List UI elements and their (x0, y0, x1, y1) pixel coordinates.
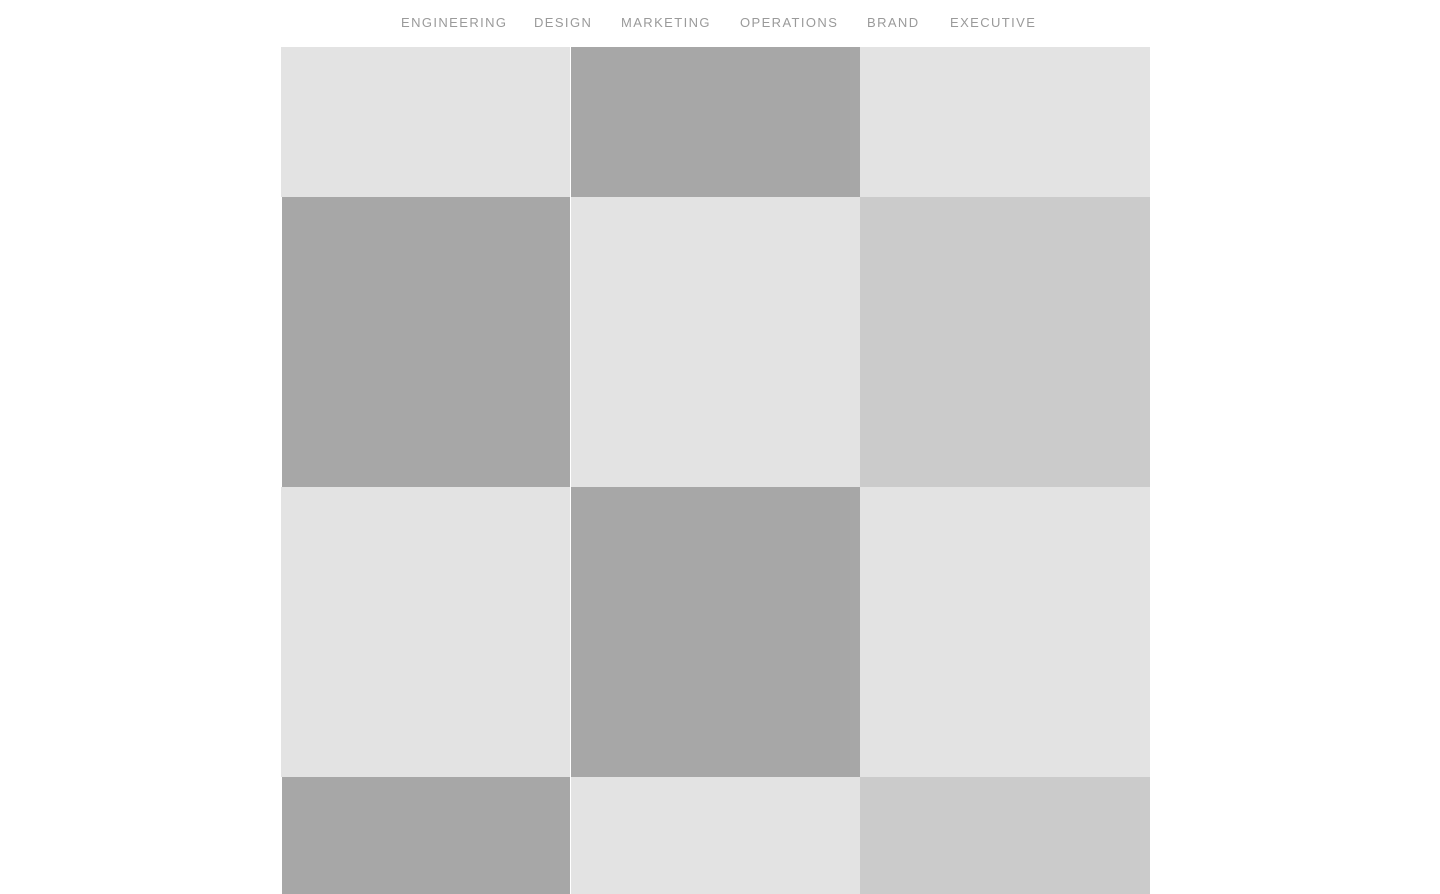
grid-tile[interactable] (860, 197, 1150, 487)
nav-item-engineering[interactable]: ENGINEERING (401, 15, 507, 30)
nav-item-marketing[interactable]: MARKETING (621, 15, 711, 30)
grid-tile[interactable] (571, 777, 860, 894)
grid-tile[interactable] (282, 777, 570, 894)
grid-tile[interactable] (281, 47, 570, 197)
nav-item-operations[interactable]: OPERATIONS (740, 15, 838, 30)
grid-tile[interactable] (571, 197, 860, 487)
grid-tile[interactable] (571, 47, 860, 197)
grid-tile[interactable] (860, 487, 1150, 777)
top-navigation: ENGINEERING DESIGN MARKETING OPERATIONS … (0, 0, 1440, 46)
tile-grid (281, 47, 1150, 894)
nav-item-brand[interactable]: BRAND (867, 15, 920, 30)
nav-item-executive[interactable]: EXECUTIVE (950, 15, 1036, 30)
grid-tile[interactable] (281, 487, 570, 777)
grid-tile[interactable] (282, 197, 570, 487)
grid-tile[interactable] (860, 777, 1150, 894)
grid-tile[interactable] (860, 47, 1150, 197)
nav-item-design[interactable]: DESIGN (534, 15, 592, 30)
grid-tile[interactable] (571, 487, 860, 777)
